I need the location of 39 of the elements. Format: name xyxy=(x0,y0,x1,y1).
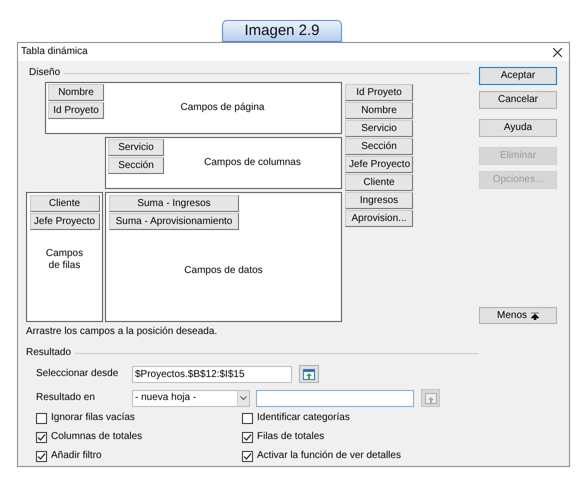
dialog-button[interactable]: Ayuda xyxy=(479,119,557,137)
field-button[interactable]: Nombre xyxy=(48,84,104,101)
field-button[interactable]: Suma - Aprovisionamiento xyxy=(109,213,239,230)
checkbox-label: Añadir filtro xyxy=(51,450,102,462)
checkbox-label: Activar la función de ver detalles xyxy=(257,450,401,462)
field-button[interactable]: Sección xyxy=(108,157,164,174)
field-button[interactable]: Suma - Ingresos xyxy=(109,195,239,212)
destination-dropdown[interactable]: - nueva hoja - xyxy=(132,390,250,406)
field-button[interactable]: Id Proyeto xyxy=(345,84,413,101)
section-label: Diseño xyxy=(29,67,60,79)
dialog-button[interactable]: Aceptar xyxy=(479,67,557,85)
field-button[interactable]: Ingresos xyxy=(345,192,413,209)
field-button[interactable]: Jefe Proyecto xyxy=(345,156,413,173)
field-button[interactable]: Cliente xyxy=(345,174,413,191)
checkbox-label: Columnas de totales xyxy=(51,431,142,443)
dialog-button[interactable]: Cancelar xyxy=(479,91,557,109)
field-button[interactable]: Servicio xyxy=(108,139,164,156)
field-button[interactable]: Cliente xyxy=(30,195,100,212)
area-label: Campos de página xyxy=(180,102,264,114)
area-label: Campos de filas xyxy=(44,248,84,272)
field-button[interactable]: Nombre xyxy=(345,102,413,119)
hint-text: Arrastre los campos a la posición deseada. xyxy=(26,326,218,338)
window-title: Tabla dinámica xyxy=(21,46,88,58)
field-button[interactable]: Jefe Proyecto xyxy=(30,213,100,230)
checkbox-label: Identificar categorías xyxy=(257,412,350,424)
section-label: Resultado xyxy=(26,347,72,359)
area-label: Campos de columnas xyxy=(204,157,301,169)
less-button[interactable]: Menos xyxy=(479,307,557,324)
source-range-field[interactable]: $Proyectos.$B$12:$I$15 xyxy=(132,366,292,382)
field-label: Resultado en xyxy=(36,392,96,404)
field-label: Seleccionar desde xyxy=(36,368,120,380)
field-button[interactable]: Id Proyeto xyxy=(48,102,104,119)
field-button[interactable]: Servicio xyxy=(345,120,413,137)
caption-label: Imagen 2.9 xyxy=(222,20,342,42)
area-label: Campos de datos xyxy=(184,264,263,276)
field-button[interactable]: Aprovision... xyxy=(345,210,413,227)
field-button[interactable]: Sección xyxy=(345,138,413,155)
checkbox-label: Ignorar filas vacías xyxy=(51,412,135,424)
checkbox-label: Filas de totales xyxy=(257,431,324,443)
